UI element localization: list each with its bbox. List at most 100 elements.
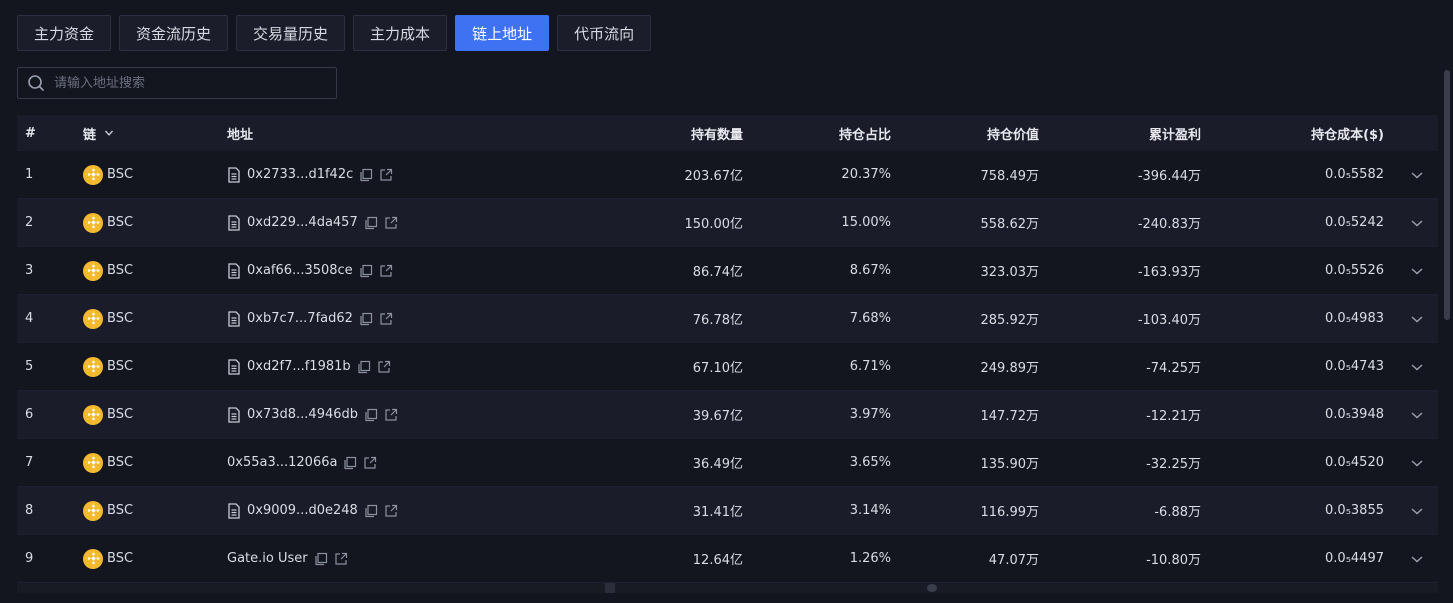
tab-volume-history[interactable]: 交易量历史 bbox=[236, 15, 346, 51]
copy-icon[interactable] bbox=[314, 552, 328, 566]
row-pnl: -163.93万 bbox=[1137, 265, 1201, 280]
chevron-down-icon[interactable] bbox=[1410, 168, 1424, 182]
table-row[interactable]: 8 BSC 0x9009...d0e248 31.41亿 3.14% 116.99万 -6.… bbox=[17, 487, 1438, 535]
horizontal-scrollbar-thumb[interactable] bbox=[927, 584, 937, 592]
external-link-icon[interactable] bbox=[379, 312, 393, 326]
row-value: 116.99万 bbox=[980, 505, 1040, 520]
row-share: 1.26% bbox=[849, 551, 891, 566]
address-text[interactable]: 0xb7c7...7fad62 bbox=[247, 311, 353, 326]
copy-icon[interactable] bbox=[359, 168, 373, 182]
row-expand[interactable] bbox=[1384, 216, 1438, 230]
row-value: 47.07万 bbox=[988, 553, 1039, 568]
address-text[interactable]: 0xaf66...3508ce bbox=[247, 263, 353, 278]
external-link-icon[interactable] bbox=[384, 216, 398, 230]
header-chain-label: 链 bbox=[83, 127, 97, 143]
external-link-icon[interactable] bbox=[334, 552, 348, 566]
tab-main-cost[interactable]: 主力成本 bbox=[353, 15, 448, 51]
external-link-icon[interactable] bbox=[379, 168, 393, 182]
address-text[interactable]: Gate.io User bbox=[227, 551, 308, 566]
address-text[interactable]: 0x55a3...12066a bbox=[227, 455, 337, 470]
address-text[interactable]: 0xd2f7...f1981b bbox=[247, 359, 351, 374]
table-row[interactable]: 6 BSC 0x73d8...4946db 39.67亿 3.97% 147.72万 -12… bbox=[17, 391, 1438, 439]
copy-icon[interactable] bbox=[364, 408, 378, 422]
row-address: 0xaf66...3508ce bbox=[227, 262, 551, 279]
copy-icon[interactable] bbox=[357, 360, 371, 374]
table-row[interactable]: 4 BSC 0xb7c7...7fad62 76.78亿 7.68% 285.92万 -10… bbox=[17, 295, 1438, 343]
chain-name: BSC bbox=[107, 167, 134, 182]
row-expand[interactable] bbox=[1384, 456, 1438, 470]
address-text[interactable]: 0x9009...d0e248 bbox=[247, 503, 358, 518]
row-index: 8 bbox=[25, 503, 34, 518]
row-quantity: 76.78亿 bbox=[692, 313, 743, 328]
horizontal-scrollbar-handle[interactable] bbox=[605, 583, 615, 593]
row-expand[interactable] bbox=[1384, 408, 1438, 422]
row-pnl: -12.21万 bbox=[1146, 409, 1201, 424]
chevron-down-icon[interactable] bbox=[1410, 408, 1424, 422]
external-link-icon[interactable] bbox=[379, 264, 393, 278]
row-quantity: 86.74亿 bbox=[692, 265, 743, 280]
table-row[interactable]: 3 BSC 0xaf66...3508ce 86.74亿 8.67% 323.03万 -16… bbox=[17, 247, 1438, 295]
table-row[interactable]: 2 BSC 0xd229...4da457 150.00亿 15.00% 558.62万 -… bbox=[17, 199, 1438, 247]
row-expand[interactable] bbox=[1384, 504, 1438, 518]
table-row[interactable]: 1 BSC 0x2733...d1f42c 203.67亿 20.37% 758.49万 -… bbox=[17, 151, 1438, 199]
row-chain: BSC bbox=[83, 404, 227, 425]
chevron-down-icon[interactable] bbox=[1410, 264, 1424, 278]
chevron-down-icon[interactable] bbox=[1410, 216, 1424, 230]
row-expand[interactable] bbox=[1384, 360, 1438, 374]
table-row[interactable]: 7 BSC 0x55a3...12066a 36.49亿 3.65% 135.90万 -32… bbox=[17, 439, 1438, 487]
address-text[interactable]: 0xd229...4da457 bbox=[247, 215, 358, 230]
copy-icon[interactable] bbox=[359, 264, 373, 278]
row-value: 323.03万 bbox=[980, 265, 1040, 280]
row-chain: BSC bbox=[83, 452, 227, 473]
copy-icon[interactable] bbox=[364, 504, 378, 518]
table-row[interactable]: 5 BSC 0xd2f7...f1981b 67.10亿 6.71% 249.89万 -74… bbox=[17, 343, 1438, 391]
header-pnl: 累计盈利 bbox=[1148, 127, 1201, 143]
row-expand[interactable] bbox=[1384, 552, 1438, 566]
external-link-icon[interactable] bbox=[384, 408, 398, 422]
row-quantity: 31.41亿 bbox=[692, 505, 743, 520]
chain-name: BSC bbox=[107, 311, 134, 326]
header-address: 地址 bbox=[227, 127, 254, 143]
table-header: # 链 地址 持有数量 持仓占比 持仓价值 累计盈利 持仓成本($) bbox=[17, 115, 1438, 151]
chevron-down-icon[interactable] bbox=[1410, 312, 1424, 326]
external-link-icon[interactable] bbox=[377, 360, 391, 374]
document-icon bbox=[227, 262, 241, 279]
row-value: 285.92万 bbox=[980, 313, 1040, 328]
row-cost: 0.0₅3948 bbox=[1325, 407, 1384, 422]
row-address: Gate.io User bbox=[227, 551, 551, 566]
row-index: 4 bbox=[25, 311, 34, 326]
header-quantity: 持有数量 bbox=[690, 127, 743, 143]
chevron-down-icon[interactable] bbox=[1410, 504, 1424, 518]
copy-icon[interactable] bbox=[359, 312, 373, 326]
tab-capital-flow-history[interactable]: 资金流历史 bbox=[119, 15, 229, 51]
bnb-icon bbox=[83, 356, 103, 377]
row-quantity: 150.00亿 bbox=[684, 217, 744, 232]
row-expand[interactable] bbox=[1384, 312, 1438, 326]
copy-icon[interactable] bbox=[364, 216, 378, 230]
chevron-down-icon bbox=[104, 128, 114, 138]
row-address: 0xd229...4da457 bbox=[227, 214, 551, 231]
chevron-down-icon[interactable] bbox=[1410, 456, 1424, 470]
row-expand[interactable] bbox=[1384, 168, 1438, 182]
tab-onchain-address[interactable]: 链上地址 bbox=[455, 15, 550, 51]
document-icon bbox=[227, 310, 241, 327]
row-index: 7 bbox=[25, 455, 34, 470]
address-text[interactable]: 0x2733...d1f42c bbox=[247, 167, 353, 182]
vertical-scrollbar[interactable] bbox=[1444, 70, 1450, 320]
row-expand[interactable] bbox=[1384, 264, 1438, 278]
tab-token-flow[interactable]: 代币流向 bbox=[557, 15, 652, 51]
address-text[interactable]: 0x73d8...4946db bbox=[247, 407, 358, 422]
chevron-down-icon[interactable] bbox=[1410, 552, 1424, 566]
horizontal-scrollbar[interactable] bbox=[17, 583, 1438, 593]
chevron-down-icon[interactable] bbox=[1410, 360, 1424, 374]
table-row[interactable]: 9 BSC Gate.io User 12.64亿 1.26% 47.07万 -10.80万… bbox=[17, 535, 1438, 583]
bnb-icon bbox=[83, 404, 103, 425]
row-cost: 0.0₅3855 bbox=[1325, 503, 1384, 518]
copy-icon[interactable] bbox=[343, 456, 357, 470]
external-link-icon[interactable] bbox=[363, 456, 377, 470]
search-input[interactable] bbox=[45, 68, 336, 98]
external-link-icon[interactable] bbox=[384, 504, 398, 518]
row-chain: BSC bbox=[83, 356, 227, 377]
header-chain[interactable]: 链 bbox=[83, 124, 227, 143]
tab-main-capital[interactable]: 主力资金 bbox=[17, 15, 112, 51]
